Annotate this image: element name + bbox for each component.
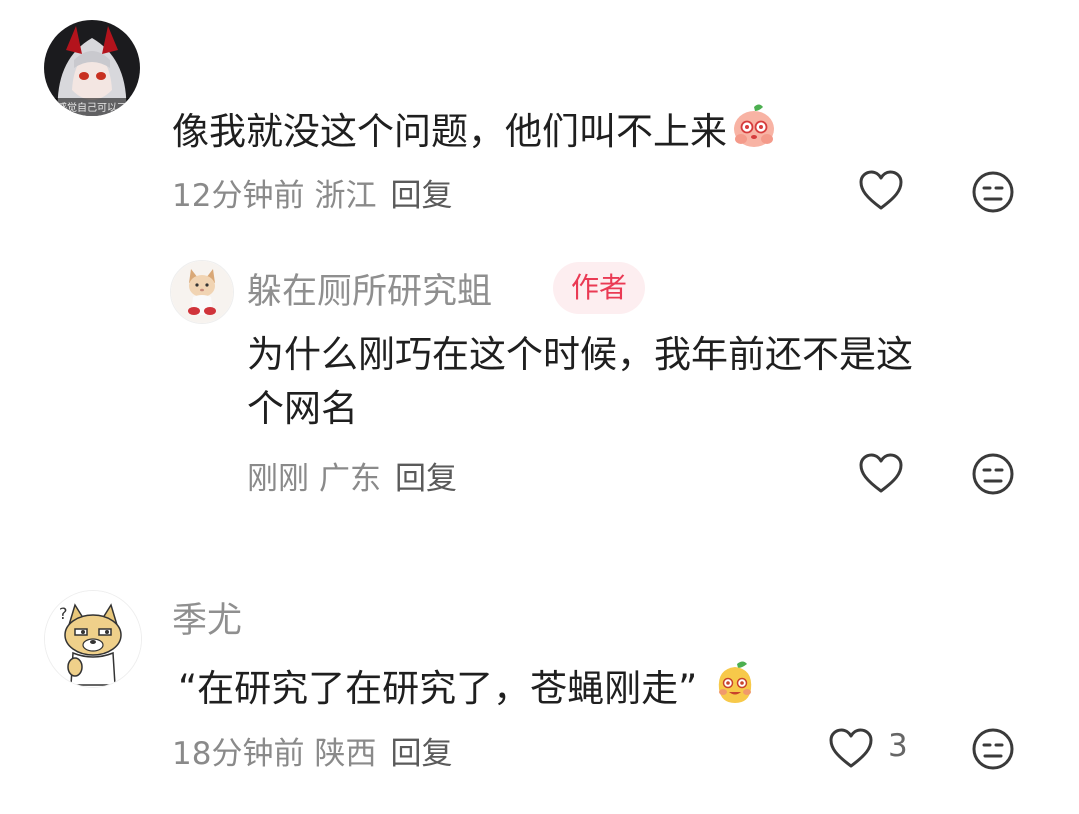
reply-button[interactable]: 回复 <box>395 461 457 497</box>
comment-time: 12分钟前 <box>172 178 305 214</box>
comment-location: 浙江 <box>314 178 377 214</box>
meh-face-icon[interactable] <box>971 452 1015 500</box>
heart-outline-icon[interactable] <box>858 453 904 499</box>
reply-button[interactable]: 回复 <box>390 178 452 214</box>
comment-body-line2: 个网名 <box>247 387 358 430</box>
avatar[interactable]: 感觉自己可以了 <box>44 20 140 116</box>
author-badge: 作者 <box>553 262 646 314</box>
comment-time: 刚刚 <box>247 461 309 497</box>
cat-avatar-image <box>171 261 233 323</box>
comment-time: 18分钟前 <box>172 736 305 772</box>
comment-meta: 12分钟前 浙江 回复 <box>172 170 452 215</box>
username[interactable]: 季尤 <box>172 592 242 643</box>
comment-text: “在研究了在研究了，苍蝇刚走” <box>178 659 759 722</box>
avatar[interactable] <box>170 260 234 324</box>
comment-meta: 刚刚 广东 回复 <box>247 453 457 498</box>
mango-face-emoji-icon <box>711 659 759 722</box>
comment-location: 陕西 <box>314 736 377 772</box>
heart-outline-icon[interactable] <box>858 170 904 216</box>
avatar-caption: 感觉自己可以了 <box>57 101 127 114</box>
like-count: 3 <box>888 728 908 764</box>
username[interactable]: 躲在厕所研究蛆 <box>247 263 492 314</box>
comment-body: 像我就没这个问题，他们叫不上来 <box>172 110 727 153</box>
comment-meta: 18分钟前 陕西 回复 <box>172 728 452 773</box>
meh-face-icon[interactable] <box>971 170 1015 218</box>
avatar[interactable]: ? <box>44 590 142 688</box>
comment-text: 像我就没这个问题，他们叫不上来 <box>172 103 777 164</box>
comment-location: 广东 <box>319 461 381 497</box>
heart-outline-icon[interactable] <box>828 728 874 774</box>
anime-girl-avatar-image: 感觉自己可以了 <box>44 20 140 116</box>
svg-text:?: ? <box>59 604 68 623</box>
comment-body-line1: 为什么刚巧在这个时候，我年前还不是这 <box>247 333 913 376</box>
reply-button[interactable]: 回复 <box>390 736 452 772</box>
comment-body: “在研究了在研究了，苍蝇刚走” <box>178 667 698 710</box>
meh-face-icon[interactable] <box>971 727 1015 775</box>
dog-meme-avatar-image: ? <box>45 591 141 687</box>
peach-face-emoji-icon <box>731 103 777 164</box>
comment-text: 为什么刚巧在这个时候，我年前还不是这 个网名 <box>247 328 913 436</box>
